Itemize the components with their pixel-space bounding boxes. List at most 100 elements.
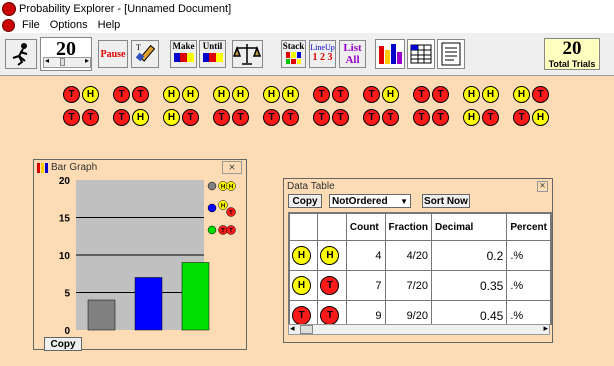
legend-category-letter: T <box>229 229 233 235</box>
make-icon <box>173 53 194 62</box>
y-tick-label: 0 <box>64 326 70 336</box>
scroll-right-arrow[interactable]: ▸ <box>543 323 548 334</box>
tails-coin: T <box>432 109 449 126</box>
slider-right-arrow[interactable]: ▸ <box>85 56 89 65</box>
slider-left-arrow[interactable]: ◂ <box>45 56 49 65</box>
trials-count-box[interactable]: 20 ◂ ▸ <box>40 37 92 71</box>
outcome-cell: T <box>289 300 319 324</box>
trial-pair: TT <box>263 109 299 126</box>
menu-help[interactable]: Help <box>95 19 124 31</box>
tails-coin: T <box>313 86 330 103</box>
tails-coin: T <box>113 109 130 126</box>
tails-coin: T <box>513 109 530 126</box>
heads-coin: H <box>232 86 249 103</box>
y-tick-label: 15 <box>59 214 71 225</box>
horizontal-scrollbar[interactable]: ◂ ▸ <box>288 323 550 335</box>
menu-options[interactable]: Options <box>47 19 91 31</box>
data-table: Count Fraction Decimal Percent H H 4 4/20 0.… <box>289 213 551 324</box>
trials-count-slider[interactable]: ◂ ▸ <box>43 56 91 68</box>
run-button[interactable] <box>5 39 37 69</box>
balance-button[interactable] <box>232 40 263 68</box>
heads-coin: H <box>163 86 180 103</box>
heads-coin: H <box>292 246 311 265</box>
data-table-titlebar[interactable]: Data Table ⨯ <box>284 179 552 194</box>
trial-pair: TT <box>63 109 99 126</box>
cell-fraction: 4/20 <box>384 240 432 271</box>
tails-coin: T <box>332 86 349 103</box>
until-icon <box>202 53 223 62</box>
y-tick-label: 20 <box>59 176 71 187</box>
stack-label: Stack <box>282 41 305 51</box>
cell-count: 7 <box>345 270 386 301</box>
pencil-tool-icon: T <box>135 43 156 62</box>
bar-hh <box>87 299 116 331</box>
app-icon <box>2 1 16 16</box>
trial-pair: TH <box>363 86 399 103</box>
cell-percent: .% <box>506 270 551 301</box>
heads-coin: H <box>320 246 340 265</box>
tails-coin: T <box>313 109 330 126</box>
bar-graph-titlebar[interactable]: Bar Graph ⨯ <box>34 160 246 175</box>
bar-tt <box>181 262 210 331</box>
trial-pair: HT <box>463 109 499 126</box>
list-all-button[interactable]: List All <box>339 40 366 68</box>
tails-coin: T <box>63 86 80 103</box>
order-select[interactable]: NotOrdered ▼ <box>329 194 411 208</box>
bar-graph-icon <box>37 162 48 173</box>
trial-pair: HH <box>463 86 499 103</box>
heads-coin: H <box>482 86 499 103</box>
close-icon[interactable]: ⨯ <box>537 181 548 192</box>
pause-button[interactable]: Pause <box>98 40 128 68</box>
stack-button[interactable]: Stack <box>281 40 306 68</box>
trial-pair: HH <box>263 86 299 103</box>
title-bar: Probability Explorer - [Unnamed Document… <box>0 0 614 17</box>
tails-coin: T <box>432 86 449 103</box>
document-icon[interactable] <box>2 18 15 32</box>
data-table-copy-button[interactable]: Copy <box>288 194 322 208</box>
stack-icon <box>285 52 302 64</box>
heads-coin: H <box>463 86 480 103</box>
scroll-thumb[interactable] <box>300 325 313 334</box>
slider-thumb[interactable] <box>60 58 65 66</box>
tails-coin: T <box>320 306 340 324</box>
until-button[interactable]: Until <box>199 40 226 68</box>
bar-graph-copy-button[interactable]: Copy <box>44 337 82 351</box>
make-label: Make <box>172 41 195 51</box>
bar-ht <box>134 277 163 331</box>
list-button[interactable] <box>437 39 465 69</box>
tails-coin: T <box>332 109 349 126</box>
sort-now-button[interactable]: Sort Now <box>422 194 470 208</box>
outcome-cell: T <box>317 270 347 301</box>
close-icon[interactable]: ⨯ <box>222 161 242 174</box>
lineup-button[interactable]: LineUp 1 2 3 <box>309 40 336 68</box>
green-dot-icon <box>207 225 217 235</box>
trial-pair: HT <box>163 109 199 126</box>
chevron-down-icon[interactable]: ▼ <box>400 197 408 206</box>
trial-pair: TT <box>413 109 449 126</box>
tails-coin: T <box>413 109 430 126</box>
cell-count: 4 <box>345 240 386 271</box>
data-table-grid: Count Fraction Decimal Percent H H 4 4/20 0.… <box>288 212 552 325</box>
balance-scale-icon <box>232 44 262 65</box>
tool-button[interactable]: T <box>131 40 159 68</box>
scroll-left-arrow[interactable]: ◂ <box>290 323 295 334</box>
legend-category-letter: T <box>229 211 233 217</box>
header-outcome-2 <box>317 213 347 241</box>
legend-category-letter: H <box>221 185 225 191</box>
data-table-title: Data Table <box>287 181 335 192</box>
heads-coin: H <box>132 109 149 126</box>
header-decimal: Decimal <box>430 213 508 241</box>
make-button[interactable]: Make <box>170 40 197 68</box>
heads-coin: H <box>382 86 399 103</box>
menu-file[interactable]: File <box>19 19 43 31</box>
tails-coin: T <box>413 86 430 103</box>
heads-coin: H <box>532 109 549 126</box>
cell-fraction: 7/20 <box>384 270 432 301</box>
tails-coin: T <box>320 276 340 295</box>
bar-graph-button[interactable] <box>375 39 405 69</box>
toolbar: 20 ◂ ▸ Pause T Make Until Stack LineUp 1… <box>0 33 614 76</box>
table-button[interactable] <box>407 39 435 69</box>
outcome-cell: H <box>289 270 319 301</box>
heads-coin: H <box>182 86 199 103</box>
trial-pair: TT <box>313 86 349 103</box>
